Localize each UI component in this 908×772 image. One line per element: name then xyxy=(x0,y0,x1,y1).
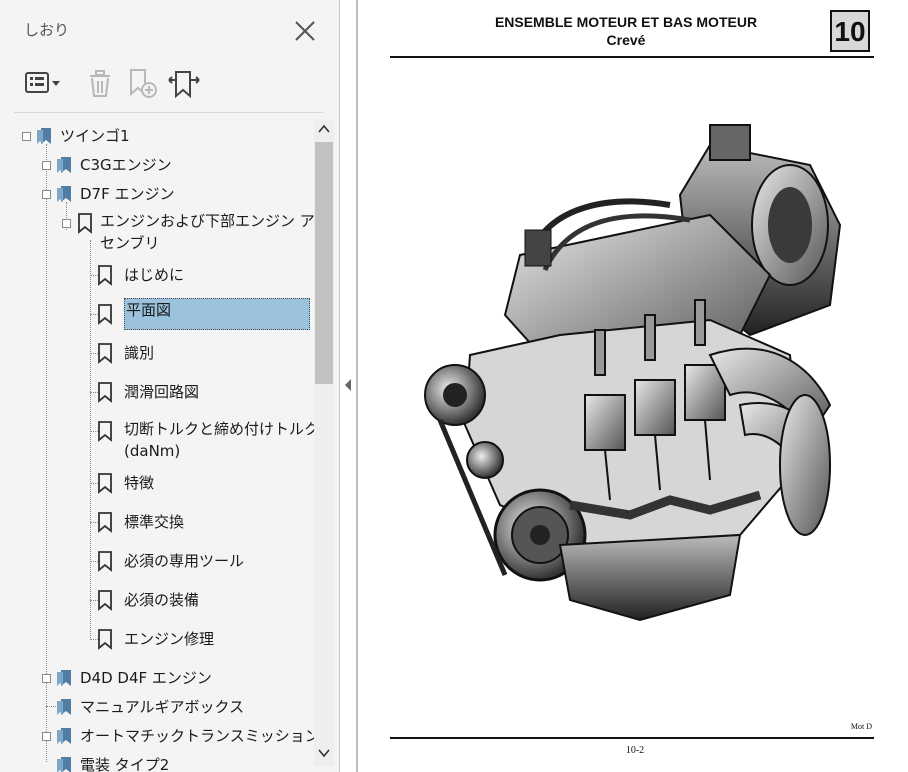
bookmark-group-icon xyxy=(57,186,71,202)
bookmark-group-icon xyxy=(57,670,71,686)
collapse-panel-icon[interactable] xyxy=(342,370,354,400)
bookmark-label: 切断トルクと締め付けトルク xyxy=(124,420,316,438)
bookmark-icon xyxy=(98,343,112,364)
bookmark-icon xyxy=(98,629,112,650)
bookmark-d7f-engine[interactable]: D7F エンジン xyxy=(54,181,175,207)
bookmark-twingo1[interactable]: ツインゴ1 xyxy=(34,123,130,149)
chapter-number: 10 xyxy=(830,10,870,52)
bookmark-label-line2: (daNm) xyxy=(124,442,181,460)
bookmark-special-tools[interactable]: 必須の専用ツール xyxy=(96,548,244,574)
footer-rule xyxy=(390,737,874,739)
bookmark-lubrication-diagram[interactable]: 潤滑回路図 xyxy=(96,379,199,405)
bookmark-engine-assembly[interactable]: エンジンおよび下部エンジン ア センブリ xyxy=(76,210,315,258)
scrollbar-thumb[interactable] xyxy=(315,142,333,384)
engine-cutaway-illustration xyxy=(424,124,842,622)
bookmark-icon xyxy=(98,590,112,611)
expander-d4d[interactable] xyxy=(42,674,51,683)
bookmark-icon xyxy=(98,265,112,286)
bookmark-features[interactable]: 特徴 xyxy=(96,470,154,496)
bookmark-group-icon xyxy=(57,157,71,173)
panel-title: しおり xyxy=(24,21,70,39)
bookmark-expand-icon[interactable] xyxy=(166,66,202,100)
bookmark-label: ツインゴ1 xyxy=(60,127,130,145)
bookmark-icon xyxy=(98,382,112,403)
trash-icon[interactable] xyxy=(86,66,114,100)
add-bookmark-icon[interactable] xyxy=(126,66,160,100)
bookmark-icon xyxy=(98,512,112,533)
expander-engine-assembly[interactable] xyxy=(62,219,71,228)
bookmark-label: C3Gエンジン xyxy=(80,156,172,174)
bookmark-label: 必須の専用ツール xyxy=(124,552,245,570)
bookmark-label: 識別 xyxy=(124,344,155,362)
bookmark-label: 標準交換 xyxy=(124,513,185,531)
bookmark-label: エンジンおよび下部エンジン ア xyxy=(100,212,315,230)
page-number: 10-2 xyxy=(625,745,645,756)
header-rule xyxy=(390,56,874,58)
close-icon[interactable] xyxy=(292,18,318,44)
bookmarks-panel: しおり ツインゴ1 C3Gエンジン D7F エンジン エンジンおよび下部エンジン… xyxy=(0,0,340,772)
document-subtitle: Crevé xyxy=(606,32,646,48)
bookmark-label: オートマチックトランスミッション xyxy=(80,727,316,745)
bookmark-tree: ツインゴ1 C3Gエンジン D7F エンジン エンジンおよび下部エンジン ア セ… xyxy=(0,120,316,772)
bookmark-automatic-transmission[interactable]: オートマチックトランスミッション xyxy=(54,723,316,749)
bookmark-identification[interactable]: 識別 xyxy=(96,340,154,366)
bookmark-label: 電装 タイプ2 xyxy=(80,756,170,772)
bookmark-label: 特徴 xyxy=(124,474,155,492)
bookmark-icon xyxy=(98,421,112,442)
bookmark-group-icon xyxy=(57,757,71,772)
bookmark-icon xyxy=(78,213,92,234)
scroll-up-icon[interactable] xyxy=(318,124,330,134)
bookmark-label: 潤滑回路図 xyxy=(124,383,200,401)
document-title: ENSEMBLE MOTEUR ET BAS MOTEUR xyxy=(494,14,758,30)
bookmark-standard-exchange[interactable]: 標準交換 xyxy=(96,509,184,535)
expander-twingo1[interactable] xyxy=(22,132,31,141)
bookmark-icon xyxy=(98,304,112,325)
expander-auto-trans[interactable] xyxy=(42,732,51,741)
bookmark-required-equipment[interactable]: 必須の装備 xyxy=(96,587,199,613)
expander-d7f[interactable] xyxy=(42,190,51,199)
bookmark-manual-gearbox[interactable]: マニュアルギアボックス xyxy=(54,694,244,720)
bookmark-label: はじめに xyxy=(124,266,185,284)
bookmark-c3g-engine[interactable]: C3Gエンジン xyxy=(54,152,172,178)
bookmark-group-icon xyxy=(37,128,51,144)
bookmark-plan-view[interactable]: 平面図 xyxy=(96,298,312,330)
bookmark-label-line2: センブリ xyxy=(100,234,160,252)
bookmark-torque[interactable]: 切断トルクと締め付けトルク (daNm) xyxy=(96,418,316,466)
bookmarks-toolbar xyxy=(0,60,340,110)
list-options-icon[interactable] xyxy=(24,66,64,100)
tree-scrollbar[interactable] xyxy=(314,120,334,766)
toolbar-divider xyxy=(14,112,323,113)
expander-c3g[interactable] xyxy=(42,161,51,170)
bookmark-label: エンジン修理 xyxy=(124,630,215,648)
bookmark-d4d-d4f-engine[interactable]: D4D D4F エンジン xyxy=(54,665,212,691)
bookmark-icon xyxy=(98,473,112,494)
bookmark-introduction[interactable]: はじめに xyxy=(96,262,184,288)
selected-bookmark-highlight: 平面図 xyxy=(124,298,310,330)
bookmark-label: 必須の装備 xyxy=(124,591,200,609)
bookmark-group-icon xyxy=(57,699,71,715)
bookmark-group-icon xyxy=(57,728,71,744)
bookmark-label: D4D D4F エンジン xyxy=(80,669,212,687)
bookmark-label: マニュアルギアボックス xyxy=(80,698,245,716)
bookmark-engine-repair[interactable]: エンジン修理 xyxy=(96,626,214,652)
bookmark-electrical[interactable]: 電装 タイプ2 xyxy=(54,752,169,772)
footer-code: Mot D xyxy=(850,722,872,731)
bookmark-label: D7F エンジン xyxy=(80,185,175,203)
scroll-down-icon[interactable] xyxy=(318,748,330,758)
bookmark-icon xyxy=(98,551,112,572)
